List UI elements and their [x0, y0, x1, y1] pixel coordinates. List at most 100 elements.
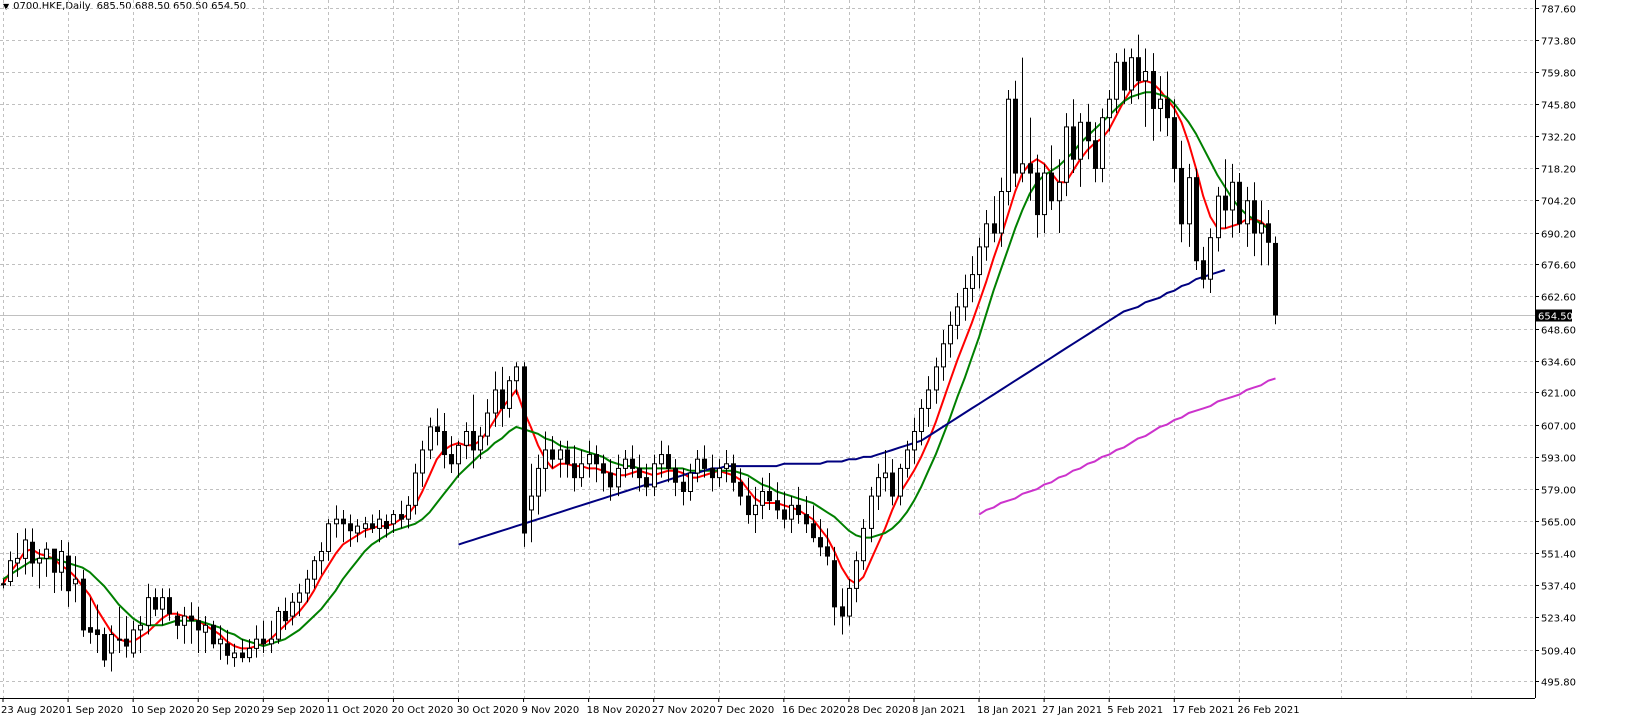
current-price-label: 654.50: [1538, 312, 1573, 323]
candle-down: [88, 627, 93, 633]
candle-up: [963, 287, 968, 308]
y-tick-label: 495.80: [1541, 678, 1576, 689]
candle-up: [977, 246, 982, 276]
candle-down: [1165, 98, 1170, 119]
candle-down: [565, 449, 570, 465]
y-tick-label: 551.40: [1541, 550, 1576, 561]
candle-up: [1208, 237, 1213, 280]
candle-up: [876, 477, 881, 497]
candle-down: [1035, 172, 1040, 216]
x-tick-label: 28 Dec 2020: [847, 705, 911, 716]
candle-down: [449, 454, 454, 465]
candle-up: [659, 454, 664, 465]
candle-up: [413, 472, 418, 506]
candle-up: [1114, 61, 1119, 100]
candle-down: [196, 620, 201, 631]
candle-up: [73, 578, 78, 585]
candle-up: [558, 449, 563, 460]
y-tick-label: 537.40: [1541, 582, 1576, 593]
candle-up: [536, 467, 541, 497]
candle-down: [175, 615, 180, 626]
candle-down: [804, 514, 809, 525]
candle-down: [796, 504, 801, 516]
candle-down: [399, 514, 404, 520]
candle-up: [406, 504, 411, 520]
y-tick-label: 787.60: [1541, 5, 1576, 16]
candle-down: [594, 454, 599, 465]
x-tick-label: 29 Sep 2020: [261, 705, 324, 716]
candle-down: [992, 223, 997, 234]
candle-up: [905, 449, 910, 469]
candle-up: [326, 523, 331, 552]
candle-up: [160, 597, 165, 610]
candles: [1, 34, 1278, 672]
candle-up: [919, 407, 924, 432]
candle-up: [587, 454, 592, 465]
candle-up: [861, 527, 866, 562]
candle-down: [710, 467, 715, 479]
candle-down: [1172, 117, 1177, 169]
y-tick-label: 523.40: [1541, 614, 1576, 625]
candle-down: [1049, 172, 1054, 202]
candle-up: [529, 495, 534, 511]
candle-up: [15, 557, 20, 564]
x-tick-label: 1 Sep 2020: [66, 705, 123, 716]
candle-down: [1093, 140, 1098, 169]
candle-up: [854, 560, 859, 589]
candle-down: [370, 523, 375, 529]
candle-down: [1028, 163, 1033, 174]
ma-fast-line: [2, 79, 1269, 650]
candle-up: [218, 638, 223, 645]
candle-up: [579, 463, 584, 479]
x-tick-label: 17 Feb 2021: [1172, 705, 1234, 716]
candle-down: [681, 481, 686, 492]
candle-up: [305, 578, 310, 594]
candle-down: [782, 509, 787, 520]
candle-up: [984, 223, 989, 248]
y-tick-label: 634.60: [1541, 358, 1576, 369]
candle-up: [1143, 71, 1148, 82]
candle-down: [811, 523, 816, 539]
candle-down: [52, 548, 57, 573]
candle-up: [514, 366, 519, 382]
candle-up: [1230, 181, 1235, 211]
candle-up: [182, 615, 187, 626]
candle-down: [1122, 61, 1127, 91]
candle-down: [153, 597, 158, 610]
x-tick-label: 30 Oct 2020: [456, 705, 518, 716]
price-chart[interactable]: 787.60 773.80 759.80 745.80 732.20 718.20 704.…: [0, 0, 1634, 724]
y-tick-label: 690.20: [1541, 230, 1576, 241]
y-tick-label: 621.00: [1541, 389, 1576, 400]
candle-down: [189, 615, 194, 622]
x-tick-label: 16 Dec 2020: [782, 705, 846, 716]
candle-up: [363, 523, 368, 529]
y-tick-label: 662.60: [1541, 293, 1576, 304]
candle-down: [818, 537, 823, 548]
x-tick-label: 27 Nov 2020: [652, 705, 716, 716]
candle-up: [934, 366, 939, 391]
y-tick-label: 718.20: [1541, 165, 1576, 176]
candle-down: [283, 610, 288, 622]
candle-up: [760, 490, 765, 506]
candle-up: [1129, 57, 1134, 91]
y-tick-label: 773.80: [1541, 37, 1576, 48]
candle-down: [1194, 177, 1199, 262]
candle-down: [738, 481, 743, 497]
candle-up: [478, 435, 483, 451]
candle-up: [377, 518, 382, 529]
y-tick-label: 732.20: [1541, 133, 1576, 144]
grid: [0, 0, 1535, 698]
candle-up: [355, 525, 360, 534]
x-tick-label: 26 Feb 2021: [1237, 705, 1299, 716]
candle-down: [608, 472, 613, 488]
candle-down: [1223, 195, 1228, 211]
candle-down: [1151, 71, 1156, 109]
candle-up: [869, 495, 874, 529]
candle-up: [290, 601, 295, 617]
candle-down: [1071, 126, 1076, 160]
candle-down: [731, 463, 736, 483]
x-tick-label: 11 Oct 2020: [326, 705, 388, 716]
candle-down: [211, 624, 216, 645]
candle-up: [948, 324, 953, 345]
candle-up: [912, 430, 917, 451]
